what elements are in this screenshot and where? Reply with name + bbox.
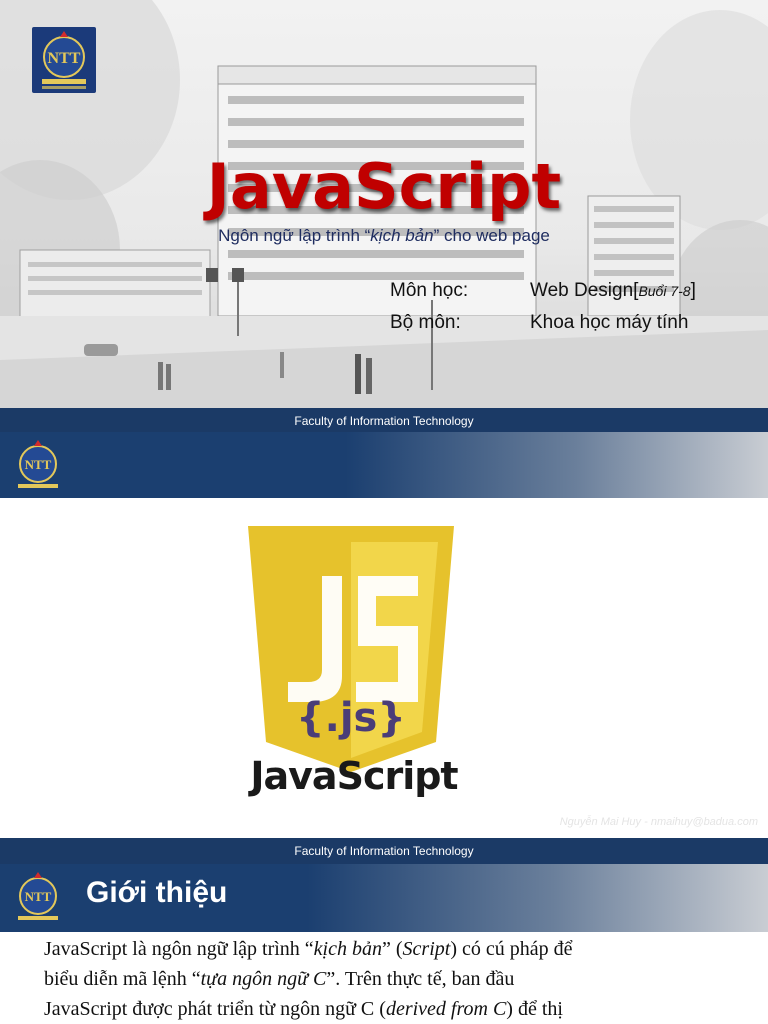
javascript-wordmark: JavaScript xyxy=(250,754,458,798)
author-watermark: Nguyễn Mai Huy - nmaihuy@badua.com xyxy=(559,816,758,828)
intro-slide: NTT Giới thiệu JavaScript là ngôn ngữ lậ… xyxy=(0,864,768,1024)
title-slide: NTT JavaScript Ngôn ngữ lập trình “kịch … xyxy=(0,0,768,432)
paragraph-line: JavaScript là ngôn ngữ lập trình “kịch b… xyxy=(44,938,573,960)
svg-text:NTT: NTT xyxy=(48,50,81,67)
slide2-footer: Faculty of Information Technology xyxy=(0,838,768,864)
js-badge-text: {.js} xyxy=(296,695,406,741)
university-logo: NTT xyxy=(18,872,58,920)
paragraph-line: biểu diễn mã lệnh “tựa ngôn ngữ C”. Trên… xyxy=(44,968,515,990)
paragraph-line: JavaScript được phát triển từ ngôn ngữ C… xyxy=(44,998,563,1020)
section-heading: Giới thiệu xyxy=(86,876,228,909)
slide2-header-band: NTT xyxy=(0,432,768,498)
presentation-subtitle: Ngôn ngữ lập trình “kịch bản” cho web pa… xyxy=(218,226,550,245)
slide1-footer: Faculty of Information Technology xyxy=(0,408,768,432)
university-logo: NTT xyxy=(18,440,58,488)
course-value: Web Design[Buổi 7-8] xyxy=(530,280,696,301)
js-logo-slide: NTT {.js} JavaScript Nguyễn Mai Huy - nm… xyxy=(0,432,768,864)
department-row: Bộ môn: Khoa học máy tính xyxy=(390,312,688,334)
course-label: Môn học: xyxy=(390,280,469,301)
svg-text:NTT: NTT xyxy=(25,457,52,472)
department-label: Bộ môn: xyxy=(390,312,461,333)
university-logo: NTT xyxy=(32,27,96,93)
svg-text:NTT: NTT xyxy=(25,889,52,904)
slide3-header-band: NTT Giới thiệu xyxy=(0,864,768,932)
intro-paragraph: JavaScript là ngôn ngữ lập trình “kịch b… xyxy=(44,934,744,1024)
javascript-shield-logo: {.js} xyxy=(248,526,454,772)
presentation-title: JavaScript xyxy=(206,150,562,223)
course-row: Môn học: Web Design[Buổi 7-8] xyxy=(390,280,696,302)
department-value: Khoa học máy tính xyxy=(530,312,689,333)
